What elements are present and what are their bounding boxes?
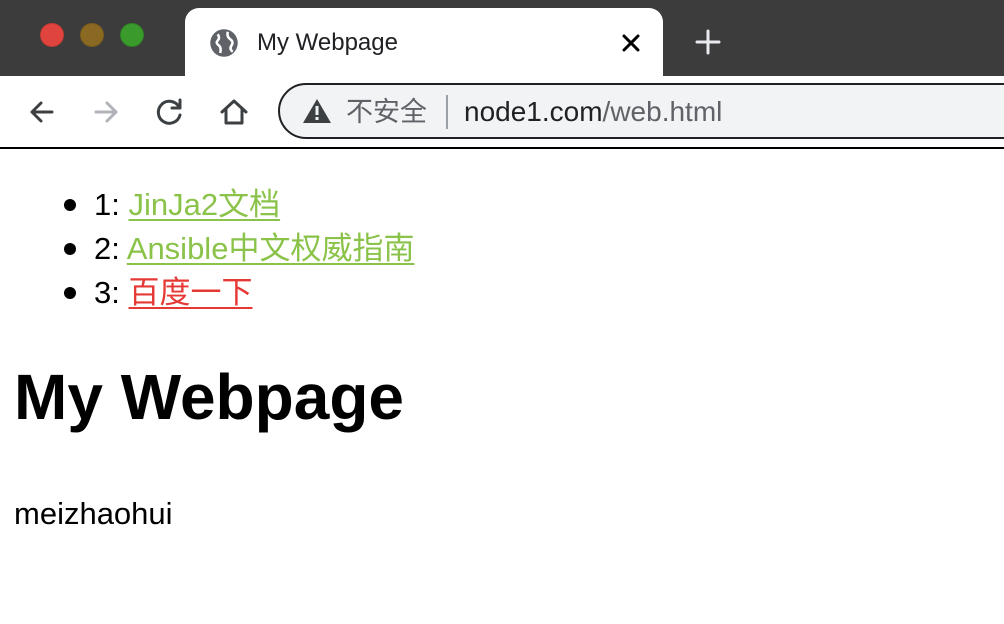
bullet — [64, 199, 76, 211]
link-list: 1: JinJa2文档 2: Ansible中文权威指南 3: 百度一下 — [54, 183, 414, 315]
page-content: 1: JinJa2文档 2: Ansible中文权威指南 3: 百度一下 My … — [0, 149, 1004, 624]
address-separator — [446, 95, 448, 129]
url-text[interactable]: node1.com/web.html — [464, 97, 722, 127]
link-jinja2-docs[interactable]: JinJa2文档 — [128, 187, 280, 222]
url-host: node1.com — [464, 96, 603, 127]
plus-icon[interactable] — [690, 24, 726, 60]
link-prefix: 1: — [94, 187, 120, 222]
forward-arrow-icon[interactable] — [88, 94, 124, 130]
security-status-label[interactable]: 不安全 — [346, 97, 427, 127]
list-item: 3: 百度一下 — [54, 271, 414, 315]
tab-my-webpage[interactable]: My Webpage — [185, 8, 663, 76]
url-path: /web.html — [602, 96, 723, 127]
globe-icon — [210, 29, 238, 57]
back-arrow-icon[interactable] — [24, 94, 60, 130]
bullet — [64, 287, 76, 299]
link-prefix: 2: — [94, 231, 120, 266]
maximize-window-button[interactable] — [120, 23, 144, 47]
warning-icon[interactable] — [302, 97, 332, 125]
address-bar[interactable]: 不安全 node1.com/web.html — [278, 83, 1004, 139]
close-icon[interactable] — [613, 25, 649, 61]
bullet — [64, 243, 76, 255]
tab-title: My Webpage — [257, 29, 398, 56]
link-ansible-guide[interactable]: Ansible中文权威指南 — [127, 231, 415, 266]
home-icon[interactable] — [216, 94, 252, 130]
link-prefix: 3: — [94, 275, 120, 310]
close-window-button[interactable] — [40, 23, 64, 47]
browser-toolbar: 不安全 node1.com/web.html — [0, 76, 1004, 148]
list-item: 2: Ansible中文权威指南 — [54, 227, 414, 271]
reload-icon[interactable] — [152, 94, 188, 130]
author-text: meizhaohui — [14, 496, 173, 531]
minimize-window-button[interactable] — [80, 23, 104, 47]
page-heading: My Webpage — [14, 361, 404, 433]
list-item: 1: JinJa2文档 — [54, 183, 414, 227]
link-baidu[interactable]: 百度一下 — [128, 275, 252, 310]
tab-strip: My Webpage — [0, 0, 1004, 76]
